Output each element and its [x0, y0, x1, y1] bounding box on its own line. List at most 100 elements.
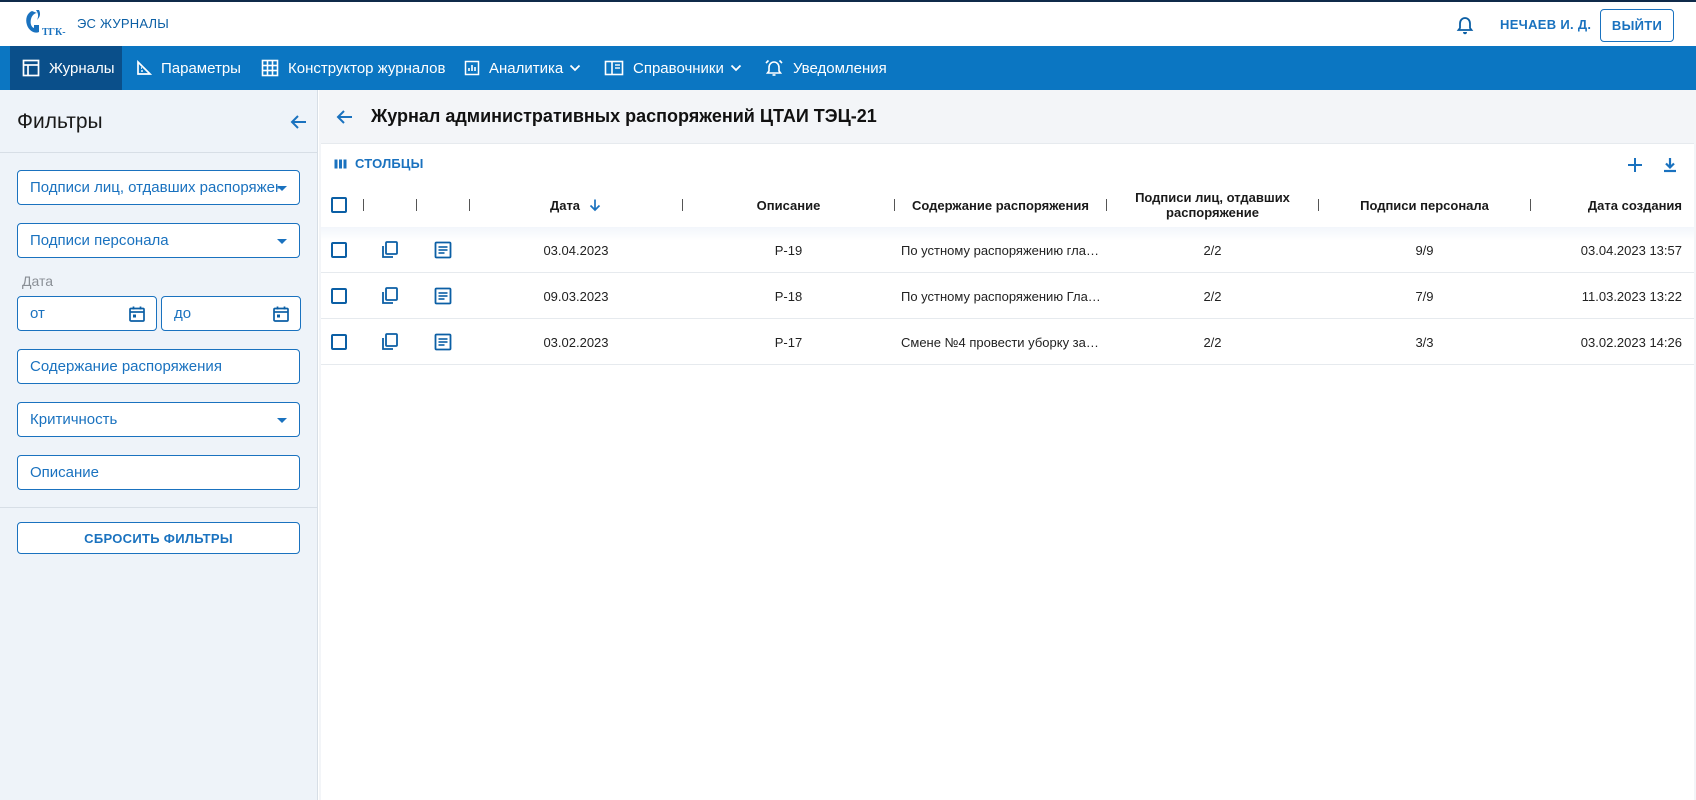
journal-table-card: СТОЛБЦЫ Дата Описание Содержание распоря…	[321, 143, 1694, 800]
date-label: Дата	[22, 273, 54, 289]
row-checkbox[interactable]	[331, 334, 347, 350]
nav-item-label: Конструктор журналов	[288, 59, 446, 77]
nav-item-notifications[interactable]: Уведомления	[764, 46, 887, 90]
column-separator[interactable]	[469, 199, 470, 211]
sort-desc-icon[interactable]	[588, 198, 602, 212]
user-name[interactable]: НЕЧАЕВ И. Д.	[1500, 17, 1591, 32]
nav-item-analytics[interactable]: Аналитика	[464, 46, 581, 90]
divider	[0, 507, 318, 508]
date-from-placeholder: от	[30, 305, 45, 322]
cell-description: Р-17	[774, 334, 803, 350]
calendar-icon[interactable]	[272, 305, 290, 323]
book-icon	[604, 60, 624, 76]
table-header: Дата Описание Содержание распоряжения По…	[321, 184, 1694, 226]
nav-item-label: Справочники	[633, 59, 724, 77]
nav-item-parameters[interactable]: Параметры	[136, 46, 241, 90]
plus-icon[interactable]	[1626, 156, 1644, 174]
copy-icon[interactable]	[380, 286, 400, 306]
content-input[interactable]: Содержание распоряжения	[17, 349, 300, 384]
input-placeholder: Описание	[30, 464, 100, 481]
row-checkbox[interactable]	[331, 288, 347, 304]
select-label: Критичность	[30, 411, 118, 428]
date-to-placeholder: до	[174, 305, 192, 322]
cell-content: Смене №4 провести уборку за…	[901, 334, 1099, 350]
copy-icon[interactable]	[380, 240, 400, 260]
cell-created: 03.02.2023 14:26	[1580, 334, 1682, 350]
cell-date: 03.04.2023	[543, 242, 609, 258]
chevron-down-icon	[570, 64, 581, 72]
column-header-description[interactable]: Описание	[683, 184, 894, 226]
collapse-arrow-icon[interactable]	[290, 114, 308, 130]
logout-button[interactable]: ВЫЙТИ	[1600, 9, 1674, 42]
column-separator[interactable]	[363, 199, 364, 211]
download-icon[interactable]	[1661, 156, 1679, 174]
cell-date: 09.03.2023	[543, 288, 609, 304]
company-logo[interactable]: ТГК-1	[22, 8, 66, 40]
select-label: Подписи лиц, отдавших распоряжение	[30, 179, 280, 196]
dropdown-caret-icon	[277, 418, 287, 423]
app-title[interactable]: ЭС ЖУРНАЛЫ	[77, 16, 169, 31]
bar-chart-icon	[464, 60, 480, 76]
column-header-date[interactable]: Дата	[481, 184, 671, 226]
columns-label: СТОЛБЦЫ	[355, 156, 424, 171]
copy-icon[interactable]	[380, 332, 400, 352]
document-icon[interactable]	[433, 286, 453, 306]
header-label: Дата	[549, 197, 581, 213]
back-arrow-icon[interactable]	[336, 109, 354, 125]
cell-signatures-issuers: 2/2	[1203, 242, 1222, 258]
nav-item-label: Аналитика	[489, 59, 564, 77]
ruler-icon	[137, 60, 152, 75]
filters-title: Фильтры	[17, 110, 103, 133]
column-separator[interactable]	[416, 199, 417, 211]
document-icon[interactable]	[433, 332, 453, 352]
nav-item-label: Уведомления	[793, 59, 887, 77]
table-icon	[22, 59, 40, 77]
select-all-checkbox[interactable]	[331, 197, 347, 213]
dropdown-caret-icon	[277, 186, 287, 191]
cell-signatures-issuers: 2/2	[1203, 334, 1222, 350]
cell-signatures-staff: 3/3	[1415, 334, 1434, 350]
select-label: Подписи персонала	[30, 232, 169, 249]
signatures-issuers-select[interactable]: Подписи лиц, отдавших распоряжение	[17, 170, 300, 205]
reset-filters-button[interactable]: СБРОСИТЬ ФИЛЬТРЫ	[17, 522, 300, 554]
chevron-down-icon	[730, 64, 742, 72]
table-row[interactable]: 09.03.2023 Р-18 По устному распоряжению …	[321, 273, 1694, 319]
svg-text:ТГК-1: ТГК-1	[42, 27, 66, 38]
page-title: Журнал административных распоряжений ЦТА…	[371, 106, 877, 126]
criticality-select[interactable]: Критичность	[17, 402, 300, 437]
signatures-staff-select[interactable]: Подписи персонала	[17, 223, 300, 258]
column-header-signatures-staff[interactable]: Подписи персонала	[1319, 184, 1530, 226]
cell-description: Р-18	[774, 288, 803, 304]
bell-icon[interactable]	[1456, 16, 1474, 36]
column-header-created[interactable]: Дата создания	[1531, 184, 1682, 226]
grid-icon	[261, 59, 279, 77]
column-header-signatures-issuers[interactable]: Подписи лиц, отдавших распоряжение	[1107, 184, 1318, 226]
cell-signatures-staff: 7/9	[1415, 288, 1434, 304]
document-icon[interactable]	[433, 240, 453, 260]
alarm-icon	[765, 59, 783, 76]
date-from-field[interactable]: от	[17, 296, 157, 331]
cell-content: По устному распоряжению гла…	[901, 242, 1099, 258]
cell-content: По устному распоряжению Гла…	[901, 288, 1101, 304]
cell-created: 11.03.2023 13:22	[1581, 288, 1682, 304]
cell-signatures-staff: 9/9	[1415, 242, 1434, 258]
description-input[interactable]: Описание	[17, 455, 300, 490]
cell-description: Р-19	[774, 242, 803, 258]
row-checkbox[interactable]	[331, 242, 347, 258]
nav-item-references[interactable]: Справочники	[604, 46, 742, 90]
column-header-content[interactable]: Содержание распоряжения	[895, 184, 1106, 226]
dropdown-caret-icon	[277, 239, 287, 244]
calendar-icon[interactable]	[128, 305, 146, 323]
columns-button[interactable]: СТОЛБЦЫ	[334, 156, 424, 171]
table-row[interactable]: 03.02.2023 Р-17 Смене №4 провести уборку…	[321, 319, 1694, 365]
date-to-field[interactable]: до	[161, 296, 301, 331]
input-placeholder: Содержание распоряжения	[30, 358, 222, 375]
nav-item-label: Параметры	[161, 59, 241, 77]
nav-item-constructor[interactable]: Конструктор журналов	[261, 46, 445, 90]
columns-icon	[334, 159, 347, 168]
cell-created: 03.04.2023 13:57	[1580, 242, 1682, 258]
table-row[interactable]: 03.04.2023 Р-19 По устному распоряжению …	[321, 227, 1694, 273]
main-nav: Журналы Параметры Конструктор журналов А…	[0, 46, 1696, 90]
nav-item-journals[interactable]: Журналы	[10, 46, 122, 90]
top-header: ТГК-1 ЭС ЖУРНАЛЫ НЕЧАЕВ И. Д. ВЫЙТИ	[0, 0, 1696, 46]
